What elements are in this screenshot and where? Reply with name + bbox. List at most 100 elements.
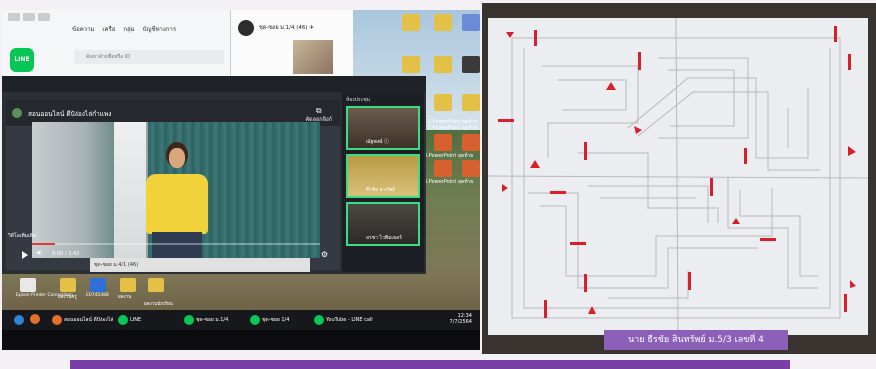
desktop-icon-label: 5.PowerPoint สุดท้าย xyxy=(428,125,478,131)
search-input[interactable]: ค้นหาด้วยชื่อหรือ ID xyxy=(74,50,224,64)
powerpoint-file-icon[interactable] xyxy=(434,160,452,177)
red-marker-bar xyxy=(534,30,537,46)
toolbar-icon[interactable] xyxy=(38,13,50,21)
red-marker-bar xyxy=(584,274,587,292)
desktop-icon-label: 4.PowerPoint สุดท้าย xyxy=(424,153,474,159)
browser-icon[interactable] xyxy=(30,314,40,324)
laptop-screen-photo: 5.PowerPoint สุดท้าย 5.PowerPoint สุดท้า… xyxy=(2,10,480,350)
powerpoint-file-icon[interactable] xyxy=(462,134,480,151)
red-triangle-marker xyxy=(530,160,540,168)
student-caption: นาย ธีรชัย สินทรัพย์ ม.5/3 เลขที่ 4 xyxy=(604,330,788,350)
tab-groups[interactable]: กลุ่ม xyxy=(123,24,134,40)
folder-icon[interactable] xyxy=(434,94,452,111)
red-triangle-marker xyxy=(848,146,856,156)
document-icon[interactable] xyxy=(90,278,106,292)
folder-icon[interactable] xyxy=(462,94,480,111)
participant-tile[interactable]: อรชา ไวพิมเธอร์ xyxy=(346,202,420,246)
group-avatar xyxy=(238,20,254,36)
taskbar-button-line[interactable]: LINE xyxy=(118,314,174,326)
red-triangle-marker xyxy=(502,184,508,192)
red-marker-bar xyxy=(848,54,851,70)
red-marker-bar xyxy=(498,119,514,122)
video-progress-fill xyxy=(32,243,56,245)
red-triangle-marker xyxy=(634,126,642,134)
desktop-icon-label: 3.PowerPoint สุดท้าย xyxy=(424,179,474,185)
taskbar-button-label: YouTube - LINE call xyxy=(326,317,373,323)
red-marker-bar xyxy=(710,178,713,196)
folder-icon[interactable] xyxy=(60,278,76,292)
participant-name: อรชา ไวพิมเธอร์ xyxy=(366,235,402,241)
desktop-icon-label: ผลงานนักเรียน xyxy=(144,302,173,307)
printer-icon[interactable] xyxy=(20,278,36,292)
taskbar-button-label: ชุด-ซอย 1/4 xyxy=(262,317,290,323)
maze-board xyxy=(487,17,869,336)
browser-icon xyxy=(52,315,62,325)
play-icon[interactable] xyxy=(22,251,28,259)
participant-name: ณัฐพงษ์ ⓘ xyxy=(366,139,390,145)
volume-icon[interactable]: ◀) xyxy=(36,250,42,256)
participant-strip: ห้องประชุม ณัฐพงษ์ ⓘ ธีรชัย อาภัพย์ อรชา… xyxy=(342,92,424,272)
bottom-color-strip xyxy=(70,360,790,369)
participant-name: ธีรชัย อาภัพย์ xyxy=(366,187,395,193)
red-triangle-marker xyxy=(506,32,514,38)
red-marker-bar xyxy=(638,52,641,70)
line-icon xyxy=(314,315,324,325)
red-marker-bar xyxy=(760,238,776,241)
shortcut-icon[interactable] xyxy=(462,56,480,73)
windows-taskbar: สอนออนไลน์ ดีปัง่องไล่ LINE ชุด-ซอย ม.1/… xyxy=(2,310,480,330)
red-marker-bar xyxy=(550,191,566,194)
folder-icon[interactable] xyxy=(434,56,452,73)
red-marker-bar xyxy=(844,294,847,312)
desktop-icon-label: E0745488 xyxy=(86,293,109,298)
taskbar-button-youtube-tab[interactable]: สอนออนไลน์ ดีปัง่องไล่ xyxy=(52,314,114,326)
laptop-bezel xyxy=(2,330,480,350)
screen-share-view: สอนออนไลน์ ดีปัง่องไล่กำแพง ⧉ คัดลอกลิงก์… xyxy=(6,100,340,270)
toolbar-icon[interactable] xyxy=(23,13,35,21)
maze-drawing xyxy=(487,17,869,336)
powerpoint-file-icon[interactable] xyxy=(462,160,480,177)
clock-date: 7/7/2564 xyxy=(449,319,472,325)
folder-icon[interactable] xyxy=(120,278,136,292)
taskbar-button-line-call[interactable]: YouTube - LINE call xyxy=(314,314,382,326)
folder-icon[interactable] xyxy=(402,14,420,31)
start-icon[interactable] xyxy=(14,315,24,325)
taskbar-button-label: LINE xyxy=(130,317,142,323)
chat-title: ชุด-ซอย ม.1/4 (46) ✈ xyxy=(259,25,314,31)
tab-messages[interactable]: ข้อความ xyxy=(72,24,94,40)
youtube-video-frame[interactable] xyxy=(32,122,320,258)
red-marker-bar xyxy=(688,272,691,290)
red-marker-bar xyxy=(744,148,747,164)
red-triangle-marker xyxy=(732,218,740,224)
desktop-icon-label: ผลงานครู xyxy=(58,295,77,300)
taskbar-button-label: ชุด-ซอย ม.1/4 xyxy=(196,317,229,323)
shared-photo[interactable] xyxy=(293,40,333,74)
more-videos-label[interactable]: วิดีโอเพิ่มเติม xyxy=(8,232,36,240)
taskbar-button-label: สอนออนไลน์ ดีปัง่องไล่ xyxy=(64,317,114,323)
gear-icon[interactable]: ⚙ xyxy=(321,250,328,259)
folder-icon[interactable] xyxy=(434,14,452,31)
participant-tile[interactable]: ธีรชัย อาภัพย์ xyxy=(346,154,420,198)
participant-tile[interactable]: ณัฐพงษ์ ⓘ xyxy=(346,106,420,150)
shortcut-icon[interactable] xyxy=(462,14,480,31)
folder-icon[interactable] xyxy=(402,56,420,73)
video-scene-door xyxy=(114,122,148,258)
line-video-call-window: สอนออนไลน์ ดีปัง่องไล่กำแพง ⧉ คัดลอกลิงก์… xyxy=(2,76,426,274)
toolbar-icon[interactable] xyxy=(8,13,20,21)
taskbar-clock[interactable]: 12:34 7/7/2564 xyxy=(450,313,472,325)
line-logo[interactable]: LINE xyxy=(10,48,34,72)
line-icon xyxy=(118,315,128,325)
taskbar-button-chat[interactable]: ชุด-ซอย ม.1/4 xyxy=(184,314,246,326)
red-triangle-marker xyxy=(850,280,856,288)
red-triangle-marker xyxy=(588,306,596,314)
powerpoint-file-icon[interactable] xyxy=(434,134,452,151)
taskbar-button-chat-2[interactable]: ชุด-ซอย 1/4 xyxy=(250,314,308,326)
video-time: 0:00 / 3:42 xyxy=(52,251,80,257)
red-marker-bar xyxy=(834,26,837,42)
tab-friends[interactable]: เครือ xyxy=(102,24,115,40)
tab-official-accounts[interactable]: บัญชีทางการ xyxy=(143,24,176,40)
folder-icon[interactable] xyxy=(148,278,164,292)
video-progress-bar[interactable] xyxy=(32,243,320,245)
channel-icon xyxy=(12,108,22,118)
video-person-shirt xyxy=(146,174,208,234)
desktop-icon-label: ผลงาน xyxy=(118,295,132,300)
